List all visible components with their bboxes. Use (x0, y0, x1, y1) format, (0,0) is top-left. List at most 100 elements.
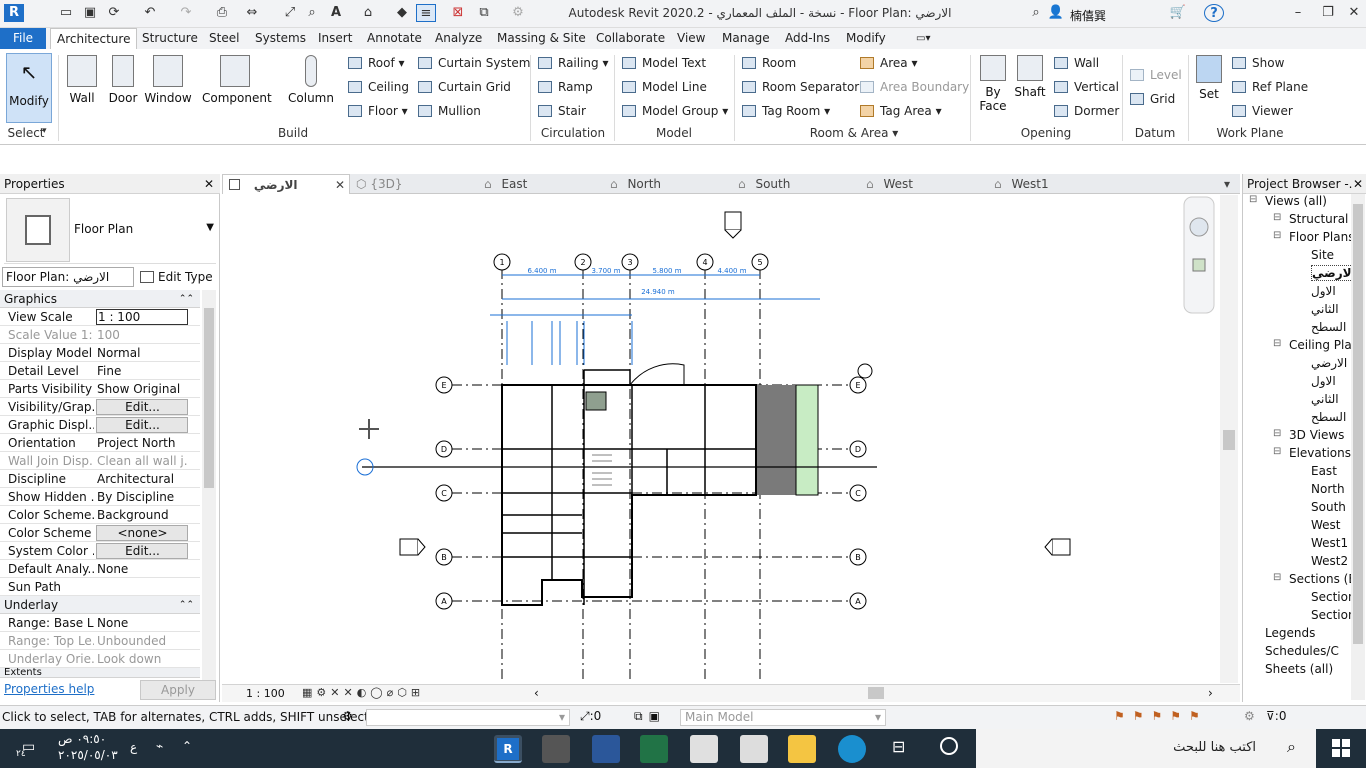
property-row[interactable]: Color Scheme... Background (0, 506, 200, 524)
browser-item[interactable]: East (1311, 464, 1337, 478)
floor-plan-drawing[interactable]: 1 2 3 4 5 E D C B A E D C B A 6.400 m 3.… (222, 195, 1240, 683)
text-icon[interactable]: A (326, 4, 346, 22)
edit-type-button[interactable]: Edit Type (140, 268, 213, 286)
tab-insert[interactable]: Insert (312, 28, 358, 49)
browser-item[interactable]: الثاني (1311, 302, 1339, 316)
tab-view-south[interactable]: ⌂ South (738, 174, 790, 194)
property-value[interactable]: 1 : 100 (96, 309, 188, 325)
opening-wall-button[interactable]: Wall (1054, 53, 1099, 73)
property-value[interactable]: None (96, 614, 188, 632)
tab-file[interactable]: File (0, 28, 46, 49)
browser-item[interactable]: السطح (1311, 320, 1346, 334)
expand-toggle-icon[interactable]: ⊟ (1273, 446, 1281, 457)
property-value[interactable]: Edit... (96, 543, 188, 559)
expand-toggle-icon[interactable]: ⊟ (1273, 212, 1281, 223)
property-value[interactable]: Show Original (96, 380, 188, 398)
property-row[interactable]: View Scale 1 : 100 (0, 308, 200, 326)
settings-icon[interactable]: ⚙ (508, 4, 528, 22)
mail-icon[interactable] (740, 735, 768, 763)
tag-room-button[interactable]: Tag Room ▾ (742, 101, 830, 121)
property-row[interactable]: Graphic Displ... Edit... (0, 416, 200, 434)
browser-item[interactable]: ⊟ Floor Plans (1273, 230, 1354, 244)
property-row[interactable]: Wall Join Disp... Clean all wall j... (0, 452, 200, 470)
taskbar-search-box[interactable]: اكتب هنا للبحث ⌕ (976, 729, 1316, 768)
browser-item[interactable]: ⊟ Elevations ( (1273, 446, 1360, 460)
railing-button[interactable]: Railing ▾ (538, 53, 609, 73)
editable-only-icon[interactable]: ⤢:0 (580, 709, 601, 724)
workset-dropdown[interactable]: ▾ (366, 709, 570, 726)
property-value[interactable]: Background (96, 506, 188, 524)
selection-toggles[interactable]: ⚑⚑⚑⚑⚑ (1114, 709, 1208, 723)
tab-analyze[interactable]: Analyze (429, 28, 488, 49)
expand-toggle-icon[interactable]: ⊟ (1273, 230, 1281, 241)
window-button[interactable]: Window (144, 53, 192, 123)
property-row[interactable]: Discipline Architectural (0, 470, 200, 488)
property-row[interactable]: Scale Value 1: 100 (0, 326, 200, 344)
graphics-section[interactable]: Graphics ⌃⌃ (0, 290, 200, 308)
level-button[interactable]: Level (1130, 65, 1182, 85)
expand-toggle-icon[interactable]: ⊟ (1273, 338, 1281, 349)
model-group-button[interactable]: Model Group ▾ (622, 101, 728, 121)
browser-scrollbar[interactable] (1351, 194, 1365, 700)
column-button[interactable]: Column (288, 53, 334, 123)
property-row[interactable]: Sun Path (0, 578, 200, 596)
cortana-icon[interactable] (940, 737, 958, 755)
edge-icon[interactable] (838, 735, 866, 763)
property-row[interactable]: Color Scheme <none> (0, 524, 200, 542)
scroll-thumb[interactable] (204, 308, 214, 488)
navigation-bar[interactable] (1183, 196, 1215, 314)
close-icon[interactable]: ✕ (335, 175, 345, 195)
apply-button[interactable]: Apply (140, 680, 216, 700)
property-value[interactable]: Clean all wall j... (96, 452, 188, 470)
viewer-button[interactable]: Viewer (1232, 101, 1293, 121)
browser-item[interactable]: Section (1311, 608, 1356, 622)
maximize-icon[interactable]: ❐ (1318, 4, 1338, 22)
property-row[interactable]: Display Model Normal (0, 344, 200, 362)
property-value[interactable]: Fine (96, 362, 188, 380)
property-row[interactable]: Orientation Project North (0, 434, 200, 452)
scroll-thumb[interactable] (1223, 430, 1235, 450)
type-preview[interactable]: Floor Plan ▼ (4, 196, 216, 264)
chevron-up-icon[interactable]: ⌃ (182, 739, 192, 753)
underlay-section[interactable]: Underlay ⌃⌃ (0, 596, 200, 614)
dormer-button[interactable]: Dormer (1054, 101, 1119, 121)
revit-taskbar-icon[interactable]: R (494, 735, 522, 763)
tabs-menu-icon[interactable]: ▾ (1224, 174, 1230, 194)
view-scale[interactable]: 1 : 100 (246, 687, 285, 700)
area-button[interactable]: Area ▾ (860, 53, 917, 73)
browser-item[interactable]: الثاني (1311, 392, 1339, 406)
filter-icon[interactable]: ⊽:0 (1266, 709, 1286, 723)
browser-item[interactable]: الارضي (1311, 265, 1357, 281)
property-value[interactable]: <none> (96, 525, 188, 541)
browser-item[interactable]: الاول (1311, 374, 1336, 388)
design-options-icon[interactable]: ⧉▣ (634, 709, 666, 724)
scroll-left-icon[interactable]: ‹ (534, 686, 539, 700)
tab-collaborate[interactable]: Collaborate (590, 28, 671, 49)
file-explorer-icon[interactable] (788, 735, 816, 763)
user-icon[interactable]: 👤 (1046, 4, 1066, 22)
thin-lines-icon[interactable]: ≡ (416, 4, 436, 22)
component-button[interactable]: Component (202, 53, 272, 123)
property-row[interactable]: Underlay Orie... Look down (0, 650, 200, 668)
browser-item[interactable]: West1 (1311, 536, 1348, 550)
expand-toggle-icon[interactable]: ⊟ (1273, 428, 1281, 439)
curtain-grid-button[interactable]: Curtain Grid (418, 77, 511, 97)
tab-steel[interactable]: Steel (203, 28, 245, 49)
canvas-vertical-scrollbar[interactable] (1220, 195, 1238, 683)
modify-button[interactable]: ↖ Modify (6, 53, 52, 123)
tab-structure[interactable]: Structure (136, 28, 204, 49)
roof-button[interactable]: Roof ▾ (348, 53, 405, 73)
tab-modify[interactable]: Modify (840, 28, 892, 49)
expand-toggle-icon[interactable]: ⊟ (1273, 572, 1281, 583)
clock-date[interactable]: ٢٠٢٥/٠٥/٠٣ (58, 748, 118, 762)
extents-section[interactable]: Extents (0, 668, 200, 678)
tab-annotate[interactable]: Annotate (361, 28, 428, 49)
property-row[interactable]: Range: Base L...None (0, 614, 200, 632)
room-button[interactable]: Room (742, 53, 796, 73)
revit-logo[interactable]: R (4, 4, 24, 22)
property-value[interactable]: Edit... (96, 417, 188, 433)
property-row[interactable]: Detail Level Fine (0, 362, 200, 380)
property-value[interactable]: Look down (96, 650, 188, 668)
calendar-icon[interactable] (542, 735, 570, 763)
property-value[interactable]: Project North (96, 434, 188, 452)
